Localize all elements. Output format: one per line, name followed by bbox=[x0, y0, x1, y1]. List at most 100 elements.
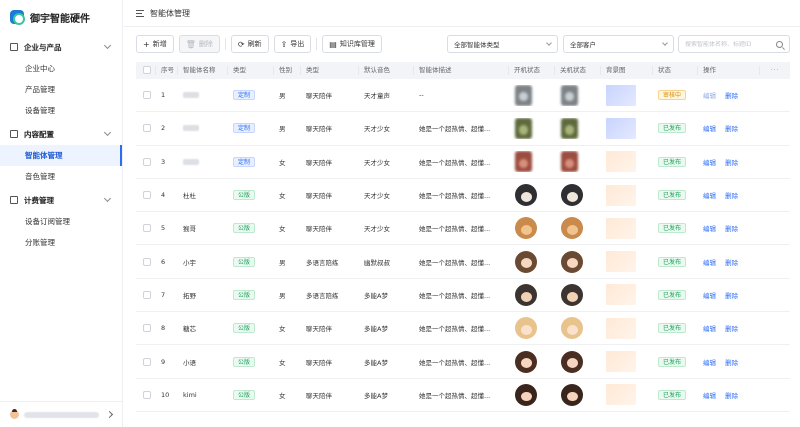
sidebar-item-voice-management[interactable]: 音色管理 bbox=[0, 166, 122, 187]
row-checkbox[interactable] bbox=[143, 124, 151, 133]
agent-name-blurred bbox=[183, 125, 199, 132]
edit-link[interactable]: 编辑 bbox=[703, 325, 716, 333]
row-checkbox[interactable] bbox=[143, 257, 151, 266]
agent-type-cell: 公版 bbox=[228, 256, 274, 267]
power-off-avatar-image bbox=[561, 117, 578, 139]
table-row[interactable]: 3 定制 女 聊天陪伴 天才少女 她是一个超热情、超懂... 已发布 编辑 删除 bbox=[136, 146, 790, 179]
nav-group-label: 内容配置 bbox=[24, 129, 54, 139]
user-profile[interactable] bbox=[0, 401, 122, 427]
table-row[interactable]: 9 小语 公版 女 聊天陪伴 多能A梦 她是一个超热情、超懂... 已发布 编辑… bbox=[136, 345, 790, 379]
status-badge: 已发布 bbox=[658, 190, 687, 201]
table-row[interactable]: 4 杜杜 公版 女 聊天陪伴 天才少女 她是一个超热情、超懂... 已发布 编辑… bbox=[136, 179, 790, 213]
agent-gender: 女 bbox=[279, 391, 286, 400]
delete-link[interactable]: 删除 bbox=[725, 359, 738, 367]
background-image bbox=[606, 317, 636, 339]
brand-name: 御宇智能硬件 bbox=[30, 13, 90, 25]
row-number: 7 bbox=[161, 290, 166, 299]
edit-link[interactable]: 编辑 bbox=[703, 192, 716, 200]
nav-group-enterprise[interactable]: 企业与产品 bbox=[0, 36, 122, 58]
customer-select[interactable]: 全部客户 bbox=[563, 35, 674, 53]
sidebar-item-device-management[interactable]: 设备管理 bbox=[0, 100, 122, 121]
background-image bbox=[606, 151, 636, 173]
export-button[interactable]: ⇪ 导出 bbox=[273, 35, 312, 53]
brand[interactable]: 御宇智能硬件 bbox=[0, 0, 122, 34]
delete-link[interactable]: 删除 bbox=[725, 192, 738, 200]
background-image bbox=[606, 117, 636, 139]
delete-button[interactable]: 🗑 删除 bbox=[178, 35, 220, 53]
table-row[interactable]: 1 定制 男 聊天陪伴 天才童声 -- 审核中 编辑 删除 bbox=[136, 79, 790, 113]
sidebar-item-agent-management[interactable]: 智能体管理 bbox=[0, 145, 122, 166]
edit-link[interactable]: 编辑 bbox=[703, 359, 716, 367]
edit-link[interactable]: 编辑 bbox=[703, 392, 716, 400]
row-number: 4 bbox=[161, 191, 166, 200]
edit-link[interactable]: 编辑 bbox=[703, 125, 716, 133]
row-checkbox[interactable] bbox=[143, 390, 151, 399]
power-on-image-cell bbox=[509, 151, 555, 173]
row-number: 6 bbox=[161, 257, 166, 266]
delete-link[interactable]: 删除 bbox=[725, 125, 738, 133]
row-checkbox[interactable] bbox=[143, 324, 151, 333]
power-off-image-cell bbox=[555, 151, 601, 173]
sidebar-item-revenue-split[interactable]: 分账管理 bbox=[0, 232, 122, 253]
refresh-button[interactable]: ⟳ 刷新 bbox=[230, 35, 269, 53]
edit-link[interactable]: 编辑 bbox=[703, 92, 716, 100]
delete-link[interactable]: 删除 bbox=[725, 225, 738, 233]
row-checkbox[interactable] bbox=[143, 224, 151, 233]
page-title: 智能体管理 bbox=[150, 8, 190, 18]
delete-link[interactable]: 删除 bbox=[725, 325, 738, 333]
table-row[interactable]: 2 定制 男 聊天陪伴 天才少女 她是一个超热情、超懂... 已发布 编辑 删除 bbox=[136, 112, 790, 146]
agent-gender: 男 bbox=[279, 125, 286, 134]
row-checkbox[interactable] bbox=[143, 91, 151, 100]
add-button[interactable]: + 新增 bbox=[136, 35, 174, 53]
power-on-avatar-image bbox=[515, 117, 532, 139]
table-row[interactable]: 6 小宇 公版 男 多语言陪练 幽默叔叔 她是一个超热情、超懂... 已发布 编… bbox=[136, 245, 790, 279]
sidebar-item-enterprise-center[interactable]: 企业中心 bbox=[0, 58, 122, 79]
edit-link[interactable]: 编辑 bbox=[703, 292, 716, 300]
power-on-image-cell bbox=[509, 383, 555, 406]
nav-group-billing[interactable]: 计费管理 bbox=[0, 189, 122, 211]
agent-name-blurred bbox=[183, 158, 199, 165]
power-off-image-cell bbox=[555, 217, 601, 240]
row-checkbox[interactable] bbox=[143, 290, 151, 299]
row-checkbox[interactable] bbox=[143, 157, 151, 166]
search-input[interactable] bbox=[685, 40, 776, 48]
edit-link[interactable]: 编辑 bbox=[703, 259, 716, 267]
nav-group-label: 企业与产品 bbox=[24, 42, 62, 52]
table-row[interactable]: 8 糖芯 公版 女 聊天陪伴 多能A梦 她是一个超热情、超懂... 已发布 编辑… bbox=[136, 312, 790, 346]
table-row[interactable]: 5 猴哥 公版 女 聊天陪伴 天才少女 她是一个超热情、超懂... 已发布 编辑… bbox=[136, 212, 790, 246]
col-header-status: 状态 bbox=[653, 66, 698, 75]
delete-link[interactable]: 删除 bbox=[725, 292, 738, 300]
sidebar-item-product-management[interactable]: 产品管理 bbox=[0, 79, 122, 100]
agent-type-select[interactable]: 全部智能体类型 bbox=[447, 35, 558, 53]
type-tag: 定制 bbox=[233, 90, 256, 101]
row-checkbox[interactable] bbox=[143, 357, 151, 366]
delete-link[interactable]: 删除 bbox=[725, 259, 738, 267]
power-on-avatar-image bbox=[515, 350, 537, 373]
nav-group-content[interactable]: 内容配置 bbox=[0, 123, 122, 145]
delete-link[interactable]: 删除 bbox=[725, 92, 738, 100]
col-header-background: 背景图 bbox=[601, 66, 653, 75]
row-checkbox[interactable] bbox=[143, 191, 151, 200]
table-row[interactable]: 10 kimi 公版 女 聊天陪伴 多能A梦 她是一个超热情、超懂... 已发布… bbox=[136, 379, 790, 412]
default-voice: 天才少女 bbox=[364, 158, 390, 167]
topbar: 智能体管理 bbox=[124, 0, 800, 27]
sidebar-item-subscription[interactable]: 设备订阅管理 bbox=[0, 211, 122, 232]
table-row[interactable]: 7 拓野 公版 男 多语言陪练 多能A梦 她是一个超热情、超懂... 已发布 编… bbox=[136, 279, 790, 313]
edit-link[interactable]: 编辑 bbox=[703, 225, 716, 233]
default-voice: 多能A梦 bbox=[364, 358, 388, 367]
column-settings-icon[interactable]: ··· bbox=[760, 66, 790, 75]
delete-link[interactable]: 删除 bbox=[725, 392, 738, 400]
delete-link[interactable]: 删除 bbox=[725, 159, 738, 167]
agent-description: 她是一个超热情、超懂... bbox=[419, 192, 491, 201]
menu-fold-icon[interactable] bbox=[136, 9, 144, 17]
col-header-power-off: 关机状态 bbox=[555, 66, 601, 75]
background-image bbox=[606, 384, 636, 406]
default-voice: 天才童声 bbox=[364, 92, 390, 101]
background-image-cell bbox=[601, 117, 653, 139]
type-tag: 公版 bbox=[233, 323, 256, 334]
select-all-checkbox[interactable] bbox=[143, 66, 151, 74]
edit-link[interactable]: 编辑 bbox=[703, 159, 716, 167]
knowledge-base-button[interactable]: ▤ 知识库管理 bbox=[322, 35, 382, 53]
search-icon[interactable] bbox=[776, 40, 783, 48]
type-tag: 公版 bbox=[233, 190, 256, 201]
